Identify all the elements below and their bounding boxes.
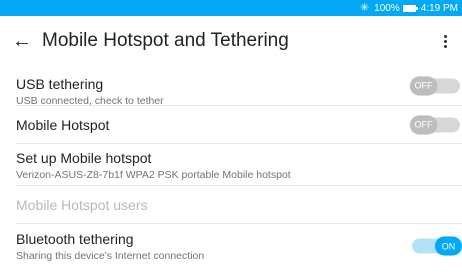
- app-bar: ← Mobile Hotspot and Tethering: [0, 16, 462, 66]
- battery-indicator: 100%: [374, 2, 418, 14]
- mobile-hotspot-toggle-label: OFF: [410, 115, 437, 134]
- bluetooth-tethering-row[interactable]: Bluetooth tethering Sharing this device'…: [16, 224, 462, 268]
- hotspot-users-title: Mobile Hotspot users: [16, 197, 148, 213]
- overflow-menu-icon[interactable]: [438, 34, 452, 48]
- bluetooth-tethering-toggle-label: ON: [435, 236, 462, 256]
- hotspot-users-row: Mobile Hotspot users: [16, 186, 462, 224]
- battery-icon: [402, 4, 418, 12]
- mobile-hotspot-title: Mobile Hotspot: [16, 117, 110, 133]
- bluetooth-icon: ✳: [359, 1, 370, 14]
- bluetooth-tethering-toggle[interactable]: ON: [412, 236, 462, 256]
- clock: 4:19 PM: [420, 2, 458, 14]
- settings-list: USB tethering USB connected, check to te…: [0, 66, 462, 268]
- usb-tethering-toggle[interactable]: OFF: [410, 76, 460, 95]
- page-title: Mobile Hotspot and Tethering: [42, 30, 289, 51]
- back-arrow-icon[interactable]: ←: [12, 31, 32, 51]
- usb-tethering-toggle-label: OFF: [410, 76, 437, 95]
- setup-hotspot-subtitle: Verizon-ASUS-Z8-7b1f WPA2 PSK portable M…: [16, 169, 291, 181]
- bluetooth-tethering-title: Bluetooth tethering: [16, 231, 134, 247]
- usb-tethering-title: USB tethering: [16, 76, 104, 92]
- setup-hotspot-row[interactable]: Set up Mobile hotspot Verizon-ASUS-Z8-7b…: [16, 144, 462, 186]
- mobile-hotspot-row[interactable]: Mobile Hotspot OFF: [16, 106, 462, 144]
- mobile-hotspot-toggle[interactable]: OFF: [410, 115, 460, 134]
- bluetooth-tethering-subtitle: Sharing this device's Internet connectio…: [16, 250, 205, 262]
- setup-hotspot-title: Set up Mobile hotspot: [16, 150, 152, 166]
- battery-percent: 100%: [374, 2, 400, 14]
- usb-tethering-row[interactable]: USB tethering USB connected, check to te…: [16, 66, 462, 107]
- status-bar: ✳ 100% 4:19 PM: [0, 0, 462, 16]
